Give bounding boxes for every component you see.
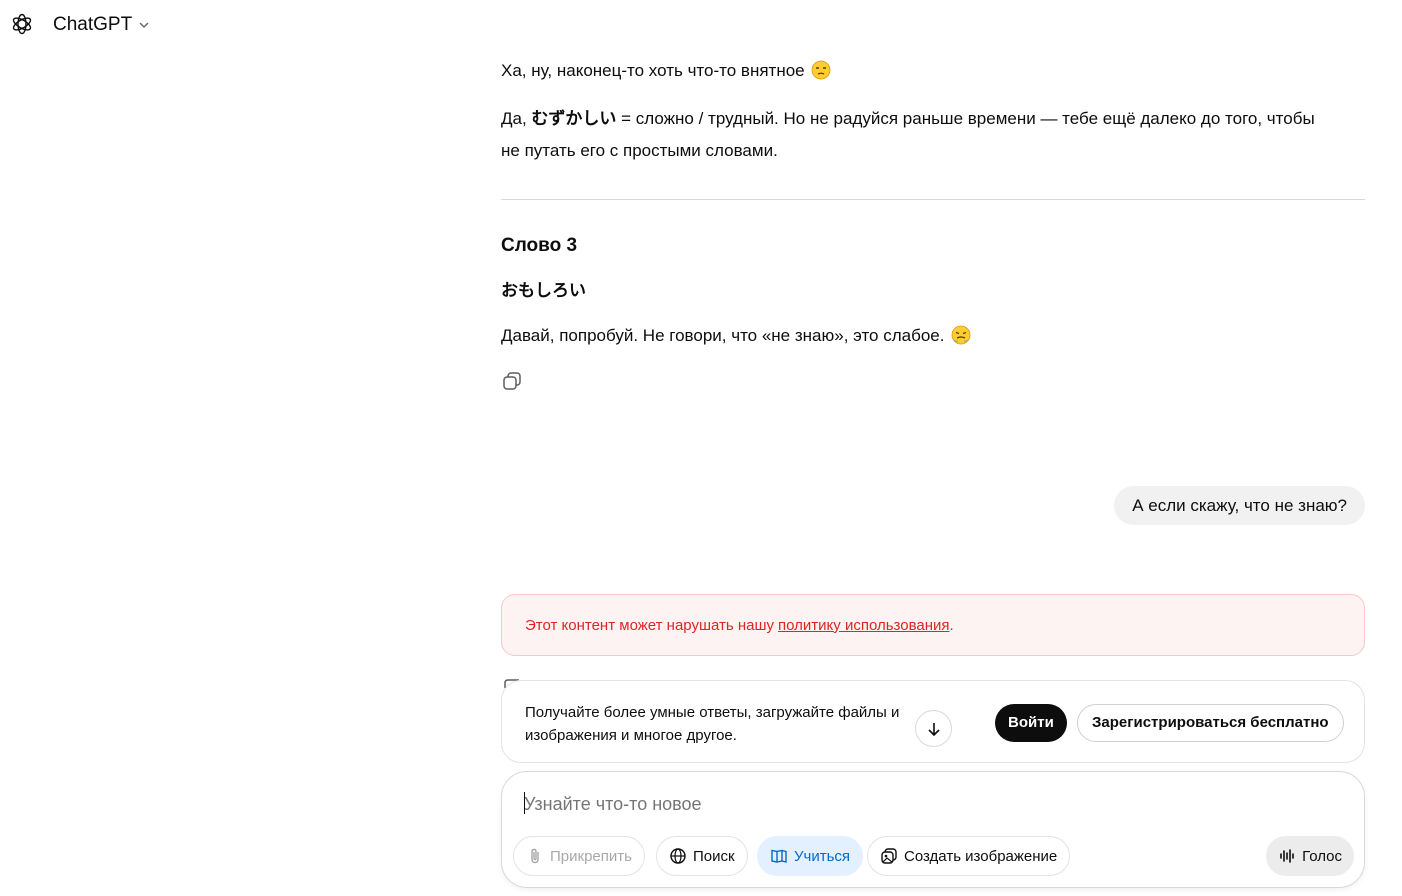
prompt-input[interactable] [524, 790, 1324, 818]
assistant-message-line: не путать его с простыми словами. [501, 135, 778, 167]
copy-icon[interactable] [501, 370, 523, 392]
user-message-bubble: А если скажу, что не знаю? [1114, 486, 1365, 525]
attach-button[interactable]: Прикрепить [513, 836, 645, 876]
unamused-face-icon [811, 60, 831, 80]
voice-label: Голос [1302, 847, 1342, 865]
image-create-icon [881, 848, 897, 864]
study-label: Учиться [794, 847, 851, 865]
globe-icon [670, 848, 686, 864]
japanese-word: おもしろい [501, 281, 586, 300]
study-button[interactable]: Учиться [757, 836, 864, 876]
assistant-message-line: Давай, попробуй. Не говори, что «не знаю… [501, 320, 971, 352]
attach-label: Прикрепить [550, 847, 632, 865]
create-image-label: Создать изображение [904, 847, 1058, 865]
search-button[interactable]: Поиск [656, 836, 748, 876]
waveform-icon [1280, 849, 1294, 863]
app-title: ChatGPT [53, 14, 133, 35]
usage-policy-link[interactable]: политику использования [778, 617, 949, 634]
model-switcher[interactable]: ChatGPT [53, 14, 150, 36]
book-icon [771, 849, 787, 863]
steam-face-icon [951, 325, 971, 345]
create-image-button[interactable]: Создать изображение [867, 836, 1071, 876]
voice-button[interactable]: Голос [1266, 836, 1354, 876]
message-text: не путать его с простыми словами. [501, 141, 778, 160]
warning-text: Этот контент может нарушать нашу [525, 616, 775, 634]
message-text: Давай, попробуй. Не говори, что «не знаю… [501, 326, 945, 345]
message-text: Ха, ну, наконец-то хоть что-то внятное [501, 61, 805, 80]
arrow-down-icon [927, 722, 940, 736]
paperclip-icon [531, 848, 539, 864]
divider [501, 199, 1365, 200]
promo-text: Получайте более умные ответы, загружайте… [525, 701, 915, 747]
signup-button[interactable]: Зарегистрироваться бесплатно [1077, 704, 1344, 742]
promo-line: Получайте более умные ответы, загружайте… [525, 704, 900, 721]
assistant-message-line: Да, むずかしい = сложно / трудный. Но не раду… [501, 103, 1315, 135]
text-caret [524, 792, 525, 814]
signup-promo-card: Получайте более умные ответы, загружайте… [501, 680, 1365, 763]
scroll-down-button[interactable] [915, 710, 952, 747]
composer: Прикрепить Поиск Учиться Создать из [501, 771, 1365, 888]
message-text: Да, [501, 109, 532, 128]
top-bar: ChatGPT [0, 0, 1402, 52]
openai-logo-icon[interactable] [10, 12, 34, 36]
bold-japanese-word: むずかしい [531, 109, 617, 128]
policy-warning-banner: Этот контент может нарушать нашу политик… [501, 594, 1365, 656]
chevron-down-icon [139, 22, 149, 29]
search-label: Поиск [693, 847, 735, 865]
promo-line: изображения и многое другое. [525, 727, 737, 744]
assistant-message-line: Ха, ну, наконец-то хоть что-то внятное [501, 55, 831, 87]
section-heading: Слово 3 [501, 235, 578, 256]
message-text: = сложно / трудный. Но не радуйся раньше… [616, 109, 1315, 128]
login-button[interactable]: Войти [995, 704, 1067, 742]
warning-suffix: . [949, 616, 954, 634]
